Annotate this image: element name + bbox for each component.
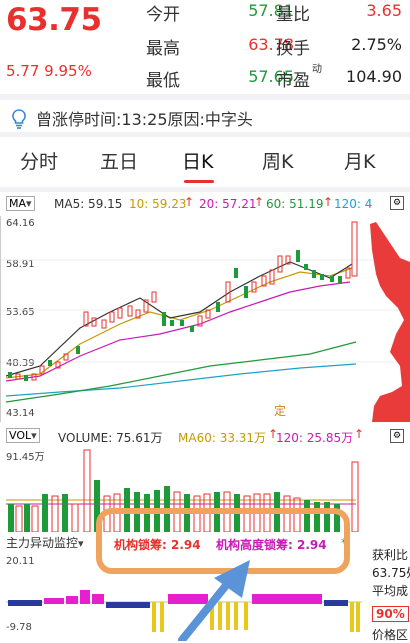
high-label: 最高 xyxy=(146,39,180,59)
separator xyxy=(0,187,410,192)
candle xyxy=(244,286,248,298)
candle xyxy=(338,276,342,284)
turnover-value: 2.75% xyxy=(351,35,402,54)
candle xyxy=(127,305,133,317)
ma60-line xyxy=(5,341,357,403)
ma5-value: MA5: 59.15 xyxy=(54,197,123,211)
limit-up-info[interactable]: 曾涨停时间:13:25原因:中字头 xyxy=(8,106,253,130)
current-price: 63.75 xyxy=(6,2,102,38)
separator xyxy=(0,94,410,100)
candle xyxy=(304,264,308,270)
candle xyxy=(190,326,194,332)
limit-up-text: 曾涨停时间:13:25原因:中字头 xyxy=(36,110,253,129)
candle xyxy=(76,346,80,354)
low-label: 最低 xyxy=(146,71,180,91)
chart-marker: 定 xyxy=(274,404,287,418)
candle xyxy=(296,250,300,262)
candle xyxy=(151,291,157,303)
candle xyxy=(101,319,107,329)
active-tab-indicator xyxy=(184,180,214,183)
annotation-arrow-icon xyxy=(178,560,250,641)
ma120-line xyxy=(5,363,357,397)
price-change: 5.77 9.95% xyxy=(6,62,92,80)
vol-ma60-value: MA60: 33.31万 xyxy=(178,431,267,445)
ma-indicator-bar: MA▾ MA5: 59.15 10: 59.23 20: 57.21 60: 5… xyxy=(0,193,410,215)
candle xyxy=(351,221,358,277)
kline-chart[interactable] xyxy=(0,216,410,422)
price-range-label: 价格区 xyxy=(372,628,409,642)
tab-weekly-k[interactable]: 周K xyxy=(262,140,293,184)
candle xyxy=(330,276,334,282)
tab-monthly-k[interactable]: 月K xyxy=(344,140,375,184)
candle xyxy=(162,312,166,326)
up-arrow-icon: ↑ xyxy=(184,195,195,209)
turnover-label: 换手 xyxy=(276,39,310,59)
candle xyxy=(8,372,12,378)
up-arrow-icon: ↑ xyxy=(254,195,265,209)
candle xyxy=(24,375,28,381)
ma10-value: 10: 59.23 xyxy=(129,197,187,211)
volume-indicator-bar: VOL▾ VOLUME: 75.61万 MA60: 33.31万 120: 25… xyxy=(0,426,410,446)
avg-cost-label: 平均成 xyxy=(372,584,409,598)
chevron-down-icon: ▾ xyxy=(26,197,32,210)
profit-price: 63.75処 xyxy=(372,566,410,580)
vol-ma120-value: 120: 25.85万 xyxy=(276,431,354,445)
volume-value: VOLUME: 75.61万 xyxy=(58,431,163,445)
ma60-value: 60: 51.19 xyxy=(266,197,324,211)
period-tabs: 分时 五日 日K 周K 月K xyxy=(0,140,410,186)
candle xyxy=(320,274,324,280)
pe-label: 市盈 xyxy=(276,71,310,91)
lightbulb-icon xyxy=(12,109,26,129)
volume-ratio-value: 3.65 xyxy=(366,1,402,20)
chevron-down-icon: ▾ xyxy=(31,429,37,442)
settings-icon[interactable]: ⚙ xyxy=(390,429,404,443)
candle xyxy=(109,311,115,323)
candlesticks xyxy=(8,221,358,381)
chip-distribution-panel[interactable]: 获利比 63.75処 平均成 90% 价格区 xyxy=(366,544,410,642)
chip-percent-badge: 90% xyxy=(372,606,409,622)
chevron-down-icon: ▾ xyxy=(78,537,84,550)
candle xyxy=(48,360,52,366)
ma20-value: 20: 57.21 xyxy=(199,197,257,211)
ma120-value: 120: 4 xyxy=(334,197,373,211)
tab-five-day[interactable]: 五日 xyxy=(100,140,138,184)
candle xyxy=(180,320,184,326)
candle xyxy=(277,255,283,273)
tab-intraday[interactable]: 分时 xyxy=(20,140,58,184)
candle xyxy=(216,302,220,312)
pe-value: 104.90 xyxy=(346,67,402,86)
funds-axis-top: 20.11 xyxy=(6,556,35,567)
candle xyxy=(234,268,238,278)
funds-monitor-selector[interactable]: 主力异动监控▾ xyxy=(6,534,84,551)
up-arrow-icon: ↑ xyxy=(268,427,279,441)
tab-daily-k[interactable]: 日K xyxy=(182,140,213,184)
ma-selector[interactable]: MA▾ xyxy=(6,196,35,211)
settings-icon[interactable]: ⚙ xyxy=(390,196,404,210)
profit-ratio-label: 获利比 xyxy=(372,548,409,562)
up-arrow-icon: ↑ xyxy=(354,427,365,441)
vol-selector[interactable]: VOL▾ xyxy=(6,428,40,443)
open-label: 今开 xyxy=(146,5,180,25)
candle xyxy=(170,320,174,326)
candle xyxy=(312,270,316,278)
volume-profile xyxy=(370,222,410,422)
ma5-line xyxy=(5,261,353,377)
up-arrow-icon: ↑ xyxy=(323,195,334,209)
volume-ratio-label: 量比 xyxy=(276,5,310,25)
ma20-line xyxy=(5,281,351,382)
separator xyxy=(0,132,410,137)
